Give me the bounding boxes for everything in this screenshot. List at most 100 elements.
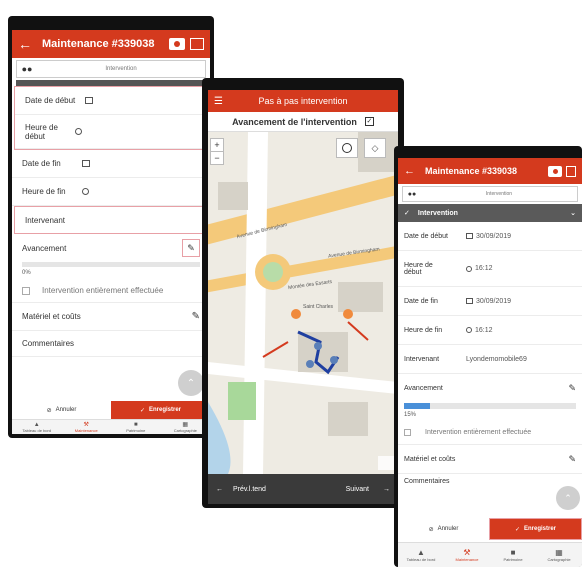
tab-label: Cartographie [173,428,197,433]
zoom-out-icon[interactable]: − [211,151,223,164]
checkbox[interactable] [22,286,30,295]
tab-label: Maintenance [74,428,98,433]
date-fin-row[interactable]: Date de fin [12,150,210,178]
prev-button[interactable]: ← Prév.l.tend [208,486,303,493]
map-icon[interactable] [190,38,204,50]
action-buttons: ⊘ Annuler ✓ Enregistrer [398,518,582,540]
checkbox-row[interactable]: Intervention entièrement effectuée [398,421,582,445]
chevron-down-icon: ⌄ [570,210,576,217]
app-bar: ← Maintenance #339038 [12,30,210,58]
tab-maintenance[interactable]: ⚒ Maintenance [444,543,490,567]
edit-icon[interactable]: ✎ [182,239,200,257]
section-title: Intervention [417,209,458,217]
date-debut-row[interactable]: Date de début [15,87,207,115]
progress-header: Avancement de l'intervention ✓ [208,112,398,132]
intervention-label: Intervention [485,191,513,197]
arrow-left-icon: ← [216,485,223,493]
materiel-row[interactable]: Matériel et coûts ✎ [12,303,210,331]
heure-debut-row[interactable]: Heure de début 16:12 [398,251,582,287]
tab-bar: ▲ Tableau de bord ⚒ Maintenance ■ Patrim… [398,542,582,567]
cancel-button[interactable]: ⊘ Annuler [398,518,489,540]
intervenant-value: Lyondemomobile69 [466,355,527,363]
prev-label: Prév.l.tend [233,485,266,493]
cancel-icon: ⊘ [428,526,434,533]
locate-icon[interactable] [336,138,358,158]
tab-patrimoine[interactable]: ■ Patrimoine [111,420,161,434]
map-icon: ▦ [182,422,189,428]
edit-icon[interactable]: ✎ [568,454,576,465]
heure-debut-row[interactable]: Heure de début [15,115,207,149]
scroll-up-button[interactable]: ⌃ [178,370,204,396]
avancement-row: Avancement ✎ [12,234,210,262]
zoom-in-icon[interactable]: + [211,139,223,151]
intervenant-row[interactable]: Intervenant [14,206,208,234]
materiel-row[interactable]: Matériel et coûts ✎ [398,445,582,474]
tab-patrimoine[interactable]: ■ Patrimoine [490,543,536,567]
progress-title: Avancement de l'intervention [232,116,357,127]
date-debut-row[interactable]: Date de début 30/09/2019 [398,222,582,251]
scroll-up-button[interactable]: ⌃ [556,486,580,510]
camera-icon[interactable] [169,38,185,50]
date-debut-label: Date de début [404,232,448,240]
map-view[interactable]: Avenue de Birmingham Avenue de Birmingha… [208,132,398,474]
heure-fin-value: 16:12 [475,326,493,334]
heure-fin-label: Heure de fin [22,187,66,196]
page-title: Pas à pas intervention [258,96,348,106]
clock-icon [466,327,472,333]
date-fin-value: 30/09/2019 [476,297,512,305]
commentaires-label: Commentaires [404,477,450,485]
save-button[interactable]: ✓ Enregistrer [489,518,582,540]
chart-icon: ▲ [417,548,425,557]
arrow-right-icon: → [383,485,390,493]
back-arrow-icon[interactable]: ← [404,165,415,177]
tab-cartographie[interactable]: ▦ Cartographie [536,543,582,567]
intervenant-row[interactable]: Intervenant Lyondemomobile69 [398,345,582,374]
tab-label: Cartographie [547,557,571,562]
phone-maintenance-form: ← Maintenance #339038 ●● Intervention Da… [8,16,214,438]
tab-label: Patrimoine [503,557,523,562]
cancel-button[interactable]: ⊘ Annuler [12,401,111,419]
clock-icon[interactable] [75,128,82,135]
map-svg [208,132,398,474]
edit-icon[interactable]: ✎ [192,311,200,322]
section-header[interactable]: ✓ Intervention ⌄ [398,204,582,222]
checkbox-checked-icon[interactable]: ✓ [364,117,374,126]
heure-debut-label: Heure de début [404,261,433,276]
avancement-row: Avancement ✎ [398,374,582,403]
intervention-header[interactable]: ●● Intervention [402,186,578,202]
calendar-icon[interactable] [82,160,90,167]
commentaires-row[interactable]: Commentaires [398,474,582,488]
tab-maintenance[interactable]: ⚒ Maintenance [62,420,112,434]
footsteps-icon: ●● [21,64,33,74]
heure-fin-row[interactable]: Heure de fin 16:12 [398,316,582,345]
heure-fin-row[interactable]: Heure de fin [12,178,210,206]
screen: ← Maintenance #339038 ●● Intervention ✓ … [398,158,582,567]
map-icon[interactable] [566,165,576,177]
layers-icon[interactable]: ◇ [364,138,386,158]
step-navigation: ← Prév.l.tend Suivant → [208,474,398,504]
commentaires-row[interactable]: Commentaires [12,331,210,357]
cancel-label: Annuler [437,526,459,532]
menu-icon[interactable]: ☰ [214,96,223,107]
clock-icon[interactable] [82,188,89,195]
intervention-label: Intervention [105,66,137,72]
tab-tableau-de-bord[interactable]: ▲ Tableau de bord [12,420,62,434]
next-label: Suivant [345,485,369,493]
edit-icon[interactable]: ✎ [568,383,576,394]
camera-icon[interactable] [548,165,562,177]
save-button[interactable]: ✓ Enregistrer [111,401,210,419]
intervention-header[interactable]: ●● Intervention [16,60,206,78]
progress-percent: 0% [22,270,31,276]
back-arrow-icon[interactable]: ← [18,36,32,52]
tab-bar: ▲ Tableau de bord ⚒ Maintenance ■ Patrim… [12,419,210,434]
map-icon: ▦ [555,548,563,557]
date-fin-row[interactable]: Date de fin 30/09/2019 [398,287,582,316]
check-icon: ✓ [404,210,410,217]
checkbox[interactable] [404,429,411,436]
next-button[interactable]: Suivant → [303,486,398,493]
calendar-icon[interactable] [85,97,93,104]
tab-tableau-de-bord[interactable]: ▲ Tableau de bord [398,543,444,567]
checkbox-row[interactable]: Intervention entièrement effectuée [12,279,210,303]
screen: ☰ Pas à pas intervention Avancement de l… [208,90,398,504]
wrench-icon: ⚒ [463,548,471,557]
